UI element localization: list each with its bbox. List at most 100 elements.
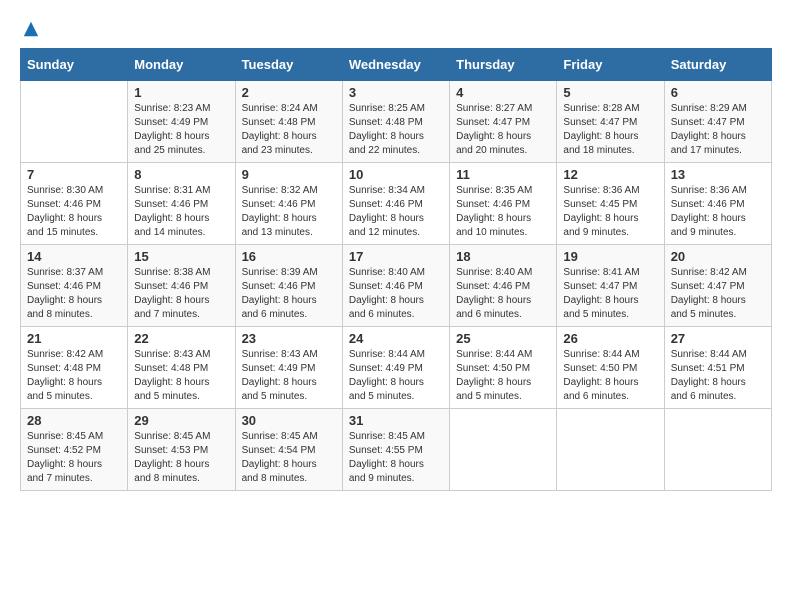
day-number: 21 <box>27 331 121 346</box>
day-number: 17 <box>349 249 443 264</box>
day-number: 6 <box>671 85 765 100</box>
calendar-table: SundayMondayTuesdayWednesdayThursdayFrid… <box>20 48 772 491</box>
day-number: 27 <box>671 331 765 346</box>
calendar-cell: 10 Sunrise: 8:34 AMSunset: 4:46 PMDayligh… <box>342 163 449 245</box>
day-number: 23 <box>242 331 336 346</box>
day-number: 25 <box>456 331 550 346</box>
calendar-cell <box>21 81 128 163</box>
day-info: Sunrise: 8:42 AMSunset: 4:48 PMDaylight:… <box>27 348 121 404</box>
day-info: Sunrise: 8:23 AMSunset: 4:49 PMDaylight:… <box>134 102 228 158</box>
day-info: Sunrise: 8:43 AMSunset: 4:48 PMDaylight:… <box>134 348 228 404</box>
day-info: Sunrise: 8:45 AMSunset: 4:52 PMDaylight:… <box>27 430 121 486</box>
calendar-week-row: 7 Sunrise: 8:30 AMSunset: 4:46 PMDaylight… <box>21 163 772 245</box>
day-number: 5 <box>563 85 657 100</box>
calendar-cell: 7 Sunrise: 8:30 AMSunset: 4:46 PMDaylight… <box>21 163 128 245</box>
day-info: Sunrise: 8:37 AMSunset: 4:46 PMDaylight:… <box>27 266 121 322</box>
calendar-cell: 30 Sunrise: 8:45 AMSunset: 4:54 PMDayligh… <box>235 409 342 491</box>
header-row: SundayMondayTuesdayWednesdayThursdayFrid… <box>21 49 772 81</box>
calendar-cell: 2Sunrise: 8:24 AMSunset: 4:48 PMDaylight… <box>235 81 342 163</box>
calendar-cell: 8 Sunrise: 8:31 AMSunset: 4:46 PMDaylight… <box>128 163 235 245</box>
day-number: 4 <box>456 85 550 100</box>
header-day: Friday <box>557 49 664 81</box>
day-number: 20 <box>671 249 765 264</box>
day-number: 7 <box>27 167 121 182</box>
day-info: Sunrise: 8:44 AMSunset: 4:51 PMDaylight:… <box>671 348 765 404</box>
calendar-cell: 5 Sunrise: 8:28 AMSunset: 4:47 PMDaylight… <box>557 81 664 163</box>
day-info: Sunrise: 8:36 AMSunset: 4:45 PMDaylight:… <box>563 184 657 240</box>
calendar-cell <box>664 409 771 491</box>
day-number: 18 <box>456 249 550 264</box>
day-info: Sunrise: 8:44 AMSunset: 4:49 PMDaylight:… <box>349 348 443 404</box>
calendar-body: 1 Sunrise: 8:23 AMSunset: 4:49 PMDaylight… <box>21 81 772 491</box>
calendar-cell: 22Sunrise: 8:43 AMSunset: 4:48 PMDayligh… <box>128 327 235 409</box>
calendar-cell <box>450 409 557 491</box>
day-info: Sunrise: 8:42 AMSunset: 4:47 PMDaylight:… <box>671 266 765 322</box>
day-number: 12 <box>563 167 657 182</box>
day-info: Sunrise: 8:45 AMSunset: 4:55 PMDaylight:… <box>349 430 443 486</box>
day-number: 19 <box>563 249 657 264</box>
calendar-cell: 20 Sunrise: 8:42 AMSunset: 4:47 PMDayligh… <box>664 245 771 327</box>
header-day: Monday <box>128 49 235 81</box>
day-info: Sunrise: 8:29 AMSunset: 4:47 PMDaylight:… <box>671 102 765 158</box>
calendar-cell: 9Sunrise: 8:32 AMSunset: 4:46 PMDaylight… <box>235 163 342 245</box>
header-day: Sunday <box>21 49 128 81</box>
day-info: Sunrise: 8:44 AMSunset: 4:50 PMDaylight:… <box>563 348 657 404</box>
day-info: Sunrise: 8:32 AMSunset: 4:46 PMDaylight:… <box>242 184 336 240</box>
day-number: 30 <box>242 413 336 428</box>
day-number: 28 <box>27 413 121 428</box>
calendar-cell: 19Sunrise: 8:41 AMSunset: 4:47 PMDayligh… <box>557 245 664 327</box>
day-number: 11 <box>456 167 550 182</box>
day-info: Sunrise: 8:45 AMSunset: 4:54 PMDaylight:… <box>242 430 336 486</box>
calendar-cell: 16 Sunrise: 8:39 AMSunset: 4:46 PMDayligh… <box>235 245 342 327</box>
calendar-cell: 18 Sunrise: 8:40 AMSunset: 4:46 PMDayligh… <box>450 245 557 327</box>
day-info: Sunrise: 8:45 AMSunset: 4:53 PMDaylight:… <box>134 430 228 486</box>
calendar-cell: 15Sunrise: 8:38 AMSunset: 4:46 PMDayligh… <box>128 245 235 327</box>
day-info: Sunrise: 8:38 AMSunset: 4:46 PMDaylight:… <box>134 266 228 322</box>
day-info: Sunrise: 8:27 AMSunset: 4:47 PMDaylight:… <box>456 102 550 158</box>
day-info: Sunrise: 8:40 AMSunset: 4:46 PMDaylight:… <box>349 266 443 322</box>
day-info: Sunrise: 8:31 AMSunset: 4:46 PMDaylight:… <box>134 184 228 240</box>
day-number: 3 <box>349 85 443 100</box>
day-number: 10 <box>349 167 443 182</box>
calendar-cell: 25 Sunrise: 8:44 AMSunset: 4:50 PMDayligh… <box>450 327 557 409</box>
calendar-cell: 21 Sunrise: 8:42 AMSunset: 4:48 PMDayligh… <box>21 327 128 409</box>
day-number: 24 <box>349 331 443 346</box>
day-info: Sunrise: 8:28 AMSunset: 4:47 PMDaylight:… <box>563 102 657 158</box>
calendar-cell: 27 Sunrise: 8:44 AMSunset: 4:51 PMDayligh… <box>664 327 771 409</box>
day-info: Sunrise: 8:35 AMSunset: 4:46 PMDaylight:… <box>456 184 550 240</box>
day-info: Sunrise: 8:39 AMSunset: 4:46 PMDaylight:… <box>242 266 336 322</box>
page-header <box>20 20 772 38</box>
day-number: 31 <box>349 413 443 428</box>
day-number: 2 <box>242 85 336 100</box>
calendar-cell: 23 Sunrise: 8:43 AMSunset: 4:49 PMDayligh… <box>235 327 342 409</box>
calendar-week-row: 1 Sunrise: 8:23 AMSunset: 4:49 PMDaylight… <box>21 81 772 163</box>
day-number: 1 <box>134 85 228 100</box>
calendar-week-row: 21 Sunrise: 8:42 AMSunset: 4:48 PMDayligh… <box>21 327 772 409</box>
day-number: 14 <box>27 249 121 264</box>
day-info: Sunrise: 8:30 AMSunset: 4:46 PMDaylight:… <box>27 184 121 240</box>
calendar-cell: 17 Sunrise: 8:40 AMSunset: 4:46 PMDayligh… <box>342 245 449 327</box>
day-info: Sunrise: 8:36 AMSunset: 4:46 PMDaylight:… <box>671 184 765 240</box>
day-info: Sunrise: 8:40 AMSunset: 4:46 PMDaylight:… <box>456 266 550 322</box>
calendar-cell: 31 Sunrise: 8:45 AMSunset: 4:55 PMDayligh… <box>342 409 449 491</box>
calendar-cell: 6 Sunrise: 8:29 AMSunset: 4:47 PMDaylight… <box>664 81 771 163</box>
calendar-cell: 4 Sunrise: 8:27 AMSunset: 4:47 PMDaylight… <box>450 81 557 163</box>
day-info: Sunrise: 8:25 AMSunset: 4:48 PMDaylight:… <box>349 102 443 158</box>
day-number: 29 <box>134 413 228 428</box>
header-day: Thursday <box>450 49 557 81</box>
day-number: 8 <box>134 167 228 182</box>
calendar-week-row: 28 Sunrise: 8:45 AMSunset: 4:52 PMDayligh… <box>21 409 772 491</box>
day-number: 16 <box>242 249 336 264</box>
day-info: Sunrise: 8:34 AMSunset: 4:46 PMDaylight:… <box>349 184 443 240</box>
calendar-cell: 13 Sunrise: 8:36 AMSunset: 4:46 PMDayligh… <box>664 163 771 245</box>
calendar-cell: 24 Sunrise: 8:44 AMSunset: 4:49 PMDayligh… <box>342 327 449 409</box>
calendar-cell: 1 Sunrise: 8:23 AMSunset: 4:49 PMDaylight… <box>128 81 235 163</box>
logo-icon <box>22 20 40 38</box>
day-info: Sunrise: 8:44 AMSunset: 4:50 PMDaylight:… <box>456 348 550 404</box>
calendar-cell: 12 Sunrise: 8:36 AMSunset: 4:45 PMDayligh… <box>557 163 664 245</box>
day-number: 26 <box>563 331 657 346</box>
calendar-cell: 26 Sunrise: 8:44 AMSunset: 4:50 PMDayligh… <box>557 327 664 409</box>
calendar-cell: 11 Sunrise: 8:35 AMSunset: 4:46 PMDayligh… <box>450 163 557 245</box>
day-info: Sunrise: 8:43 AMSunset: 4:49 PMDaylight:… <box>242 348 336 404</box>
day-number: 13 <box>671 167 765 182</box>
